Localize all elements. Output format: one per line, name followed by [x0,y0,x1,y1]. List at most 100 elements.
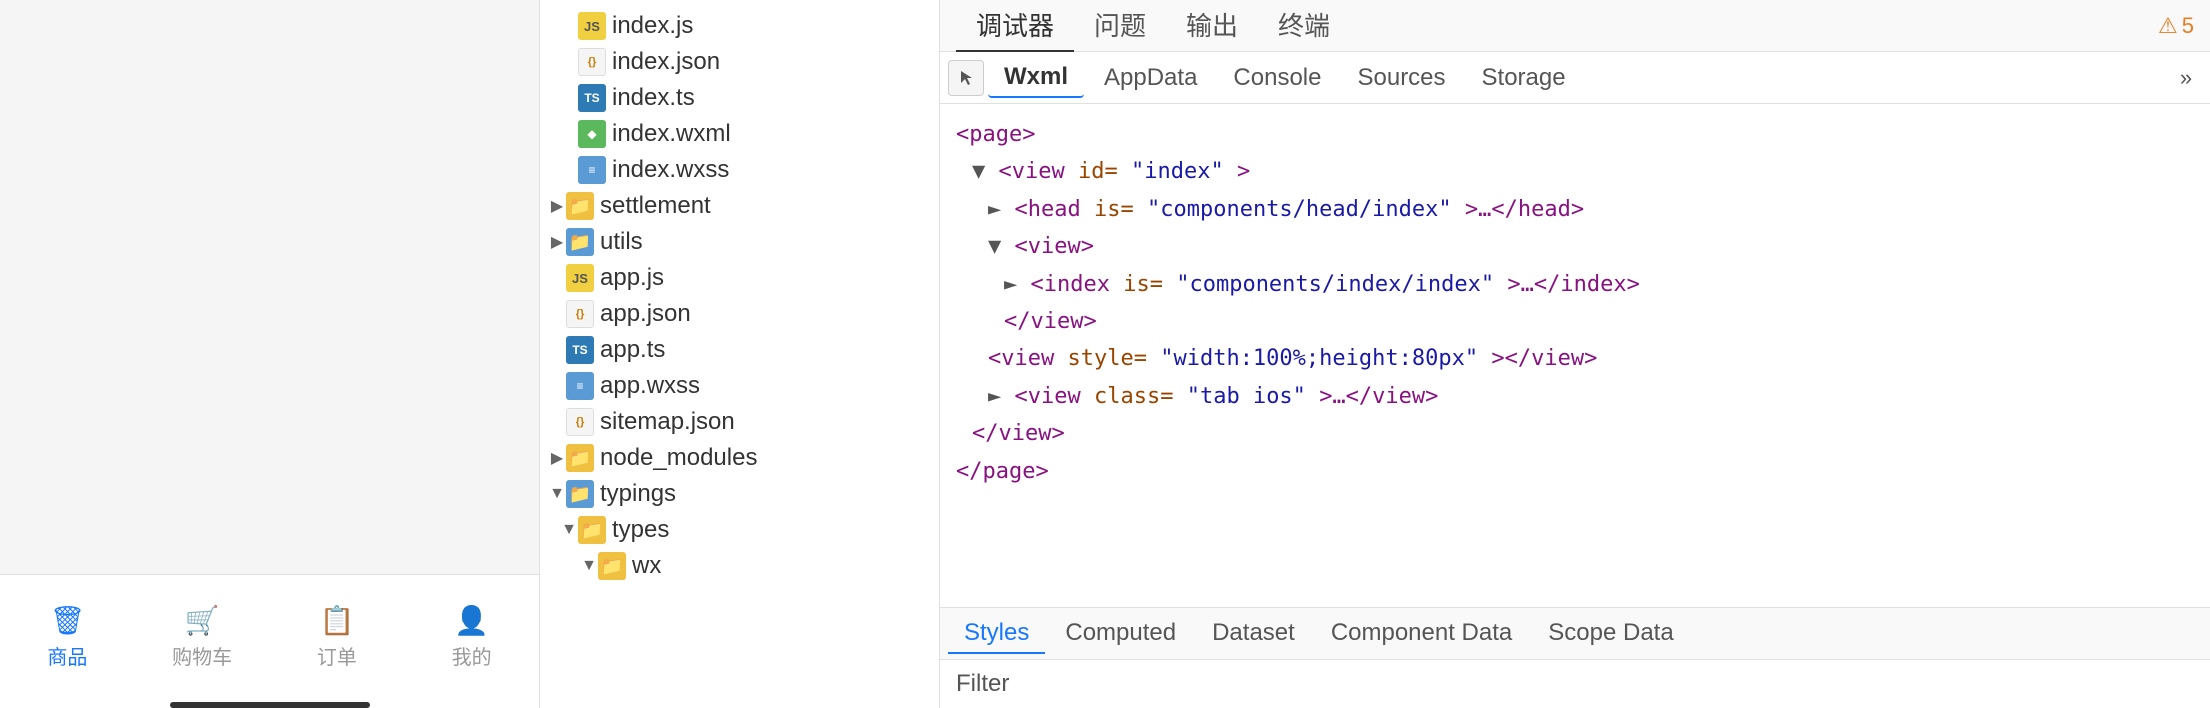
folder-icon: 📁 [598,552,626,580]
collapse-arrow[interactable]: ► [1004,272,1031,297]
tab-orders[interactable]: 📋 订单 [270,604,405,670]
filename: app.js [600,264,664,292]
warn-count: 5 [2182,13,2194,39]
cart-icon: 🛒 [185,604,220,637]
inspect-button[interactable] [948,60,984,96]
filter-bar: Filter [940,660,2210,708]
file-index-ts[interactable]: TS index.ts [540,80,939,116]
foldername: types [612,516,669,544]
folder-types[interactable]: ▼ 📁 types [540,512,939,548]
mobile-content [0,0,539,574]
folder-special-icon: 📁 [566,228,594,256]
tab-output[interactable]: 输出 [1166,0,1258,52]
tab-terminal[interactable]: 终端 [1258,0,1350,52]
xml-attr: is= [1123,272,1163,297]
tab-component-data[interactable]: Component Data [1315,614,1528,654]
home-indicator [170,702,370,708]
cart-label: 购物车 [172,641,232,670]
closed-arrow-icon: ▶ [548,448,566,468]
tab-goods[interactable]: 🗑 商品 [0,604,135,670]
xml-line-1: <page> [956,116,2194,153]
file-index-wxml[interactable]: ◆ index.wxml [540,116,939,152]
folder-wx[interactable]: ▼ 📁 wx [540,548,939,584]
xml-attr-val: "tab ios" [1187,384,1306,409]
json-icon: {} [566,408,594,436]
xml-line-7[interactable]: <view style= "width:100%;height:80px" ><… [956,340,2194,377]
folder-settlement[interactable]: ▶ 📁 settlement [540,188,939,224]
tab-styles[interactable]: Styles [948,614,1045,654]
tab-wxml[interactable]: Wxml [988,58,1084,98]
xml-attr-val: "index" [1131,159,1224,184]
mobile-tabbar: 🗑 商品 🛒 购物车 📋 订单 👤 我的 [0,574,539,694]
tab-appdata[interactable]: AppData [1088,58,1213,98]
xml-attr: style= [1067,346,1146,371]
folder-typings[interactable]: ▼ 📁 typings [540,476,939,512]
xml-viewer: <page> ▼ <view id= "index" > ► <head is=… [940,104,2210,607]
mine-label: 我的 [452,641,492,670]
xml-tag: ></view> [1491,346,1597,371]
filename: index.json [612,48,720,76]
xml-line-8[interactable]: ► <view class= "tab ios" >…</view> [956,378,2194,415]
xml-line-4[interactable]: ▼ <view> [956,228,2194,265]
xml-line-2[interactable]: ▼ <view id= "index" > [956,153,2194,190]
tab-dataset[interactable]: Dataset [1196,614,1311,654]
xml-line-5[interactable]: ► <index is= "components/index/index" >…… [956,266,2194,303]
xml-tag: <index [1031,272,1124,297]
file-app-ts[interactable]: TS app.ts [540,332,939,368]
tab-mine[interactable]: 👤 我的 [404,604,539,670]
tab-issues[interactable]: 问题 [1074,0,1166,52]
devtools-top-tabs: 调试器 问题 输出 终端 ⚠ 5 [940,0,2210,52]
file-app-wxss[interactable]: ≡ app.wxss [540,368,939,404]
open-arrow-icon: ▼ [548,485,566,503]
ts-icon: TS [566,336,594,364]
js-icon: JS [578,12,606,40]
orders-label: 订单 [317,641,357,670]
more-tools-button[interactable]: » [2170,62,2202,94]
filename: sitemap.json [600,408,735,436]
devtools-panel: 调试器 问题 输出 终端 ⚠ 5 Wxml AppData Console So… [940,0,2210,708]
tab-debugger[interactable]: 调试器 [956,0,1074,52]
xml-tag: <view [1015,384,1094,409]
foldername: typings [600,480,676,508]
file-index-wxss[interactable]: ≡ index.wxss [540,152,939,188]
collapse-arrow[interactable]: ▼ [972,159,999,184]
file-app-js[interactable]: JS app.js [540,260,939,296]
devtools-tool-bar: Wxml AppData Console Sources Storage » [940,52,2210,104]
goods-label: 商品 [47,641,87,670]
file-app-json[interactable]: {} app.json [540,296,939,332]
folder-icon: 📁 [578,516,606,544]
tab-sources[interactable]: Sources [1341,58,1461,98]
collapse-arrow[interactable]: ► [988,197,1015,222]
xml-tag: <view [999,159,1078,184]
collapse-arrow[interactable]: ▼ [988,234,1015,259]
tab-scope-data[interactable]: Scope Data [1532,614,1689,654]
devtools-bottom: Styles Computed Dataset Component Data S… [940,607,2210,708]
closed-arrow-icon: ▶ [548,196,566,216]
tab-console[interactable]: Console [1217,58,1337,98]
filename: index.wxml [612,120,731,148]
tab-cart[interactable]: 🛒 购物车 [135,604,270,670]
collapse-arrow[interactable]: ► [988,384,1015,409]
xml-line-3[interactable]: ► <head is= "components/head/index" >…</… [956,191,2194,228]
filename: index.js [612,12,693,40]
open-arrow-icon: ▼ [560,521,578,539]
warn-icon: ⚠ [2158,13,2178,39]
foldername: utils [600,228,643,256]
file-index-js[interactable]: JS index.js [540,8,939,44]
xml-tag: </view> [1004,309,1097,334]
xml-tag: </view> [972,421,1065,446]
foldername: settlement [600,192,711,220]
file-index-json[interactable]: {} index.json [540,44,939,80]
file-sitemap-json[interactable]: {} sitemap.json [540,404,939,440]
folder-node-modules[interactable]: ▶ 📁 node_modules [540,440,939,476]
folder-utils[interactable]: ▶ 📁 utils [540,224,939,260]
tab-computed[interactable]: Computed [1049,614,1192,654]
closed-arrow-icon: ▶ [548,232,566,252]
xml-tag: </page> [956,459,1049,484]
tab-storage[interactable]: Storage [1466,58,1582,98]
xml-attr-val: "components/head/index" [1147,197,1452,222]
filter-label: Filter [956,670,1009,698]
filename: index.ts [612,84,695,112]
filename: app.wxss [600,372,700,400]
json-icon: {} [566,300,594,328]
